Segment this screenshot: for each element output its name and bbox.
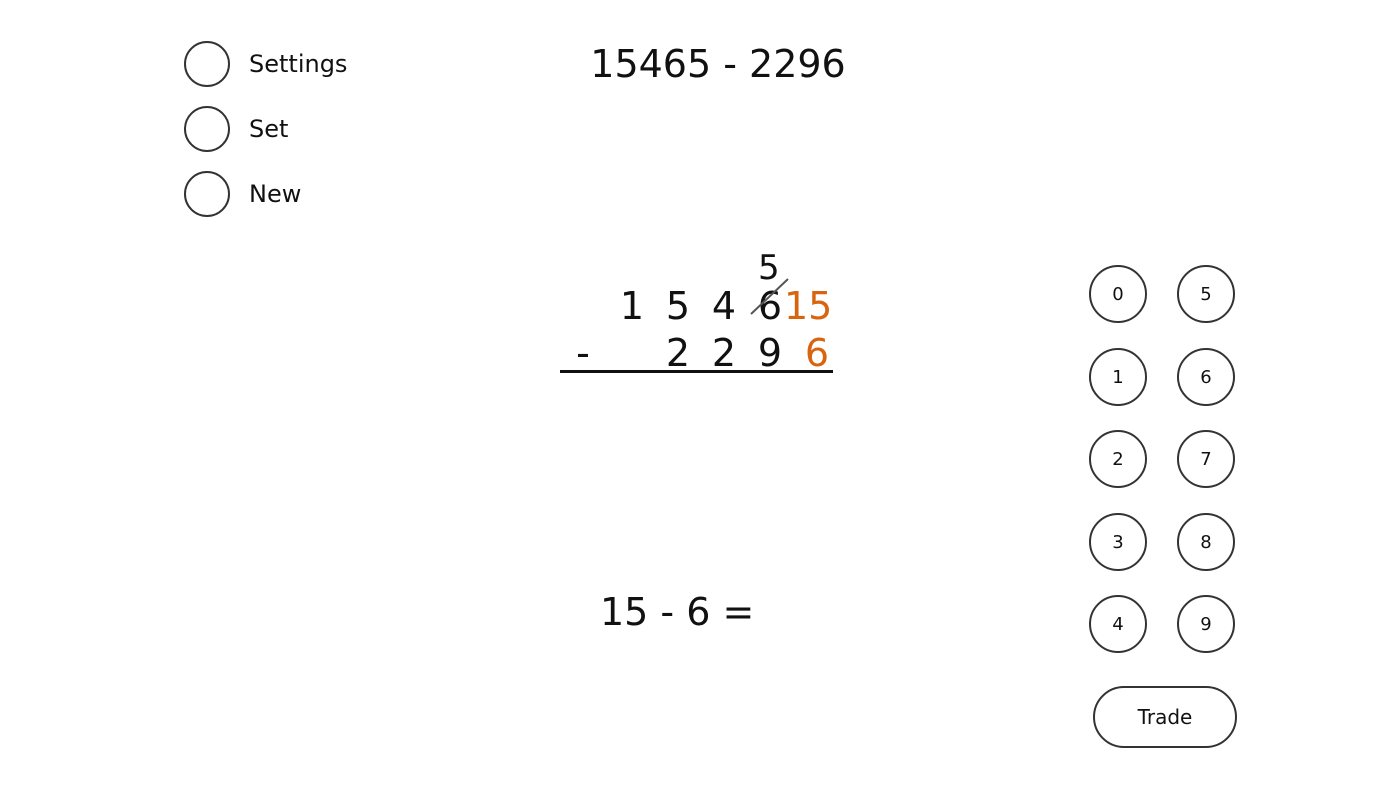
current-step: 15 - 6 = (600, 590, 755, 634)
top-digit-borrowed: 15 (784, 284, 833, 328)
top-digit: 5 (665, 284, 691, 328)
key-5[interactable]: 5 (1177, 265, 1235, 323)
sum-line (560, 370, 833, 373)
key-8[interactable]: 8 (1177, 513, 1235, 571)
top-digit: 4 (711, 284, 737, 328)
new-radio-icon[interactable] (184, 171, 230, 217)
set-label: Set (249, 115, 289, 143)
key-2[interactable]: 2 (1089, 430, 1147, 488)
new-button[interactable]: New (184, 169, 301, 219)
problem-title: 15465 - 2296 (590, 42, 846, 86)
settings-label: Settings (249, 50, 348, 78)
key-0[interactable]: 0 (1089, 265, 1147, 323)
settings-radio-icon[interactable] (184, 41, 230, 87)
bottom-digit: 2 (665, 331, 691, 375)
key-7[interactable]: 7 (1177, 430, 1235, 488)
set-radio-icon[interactable] (184, 106, 230, 152)
minus-operator: - (576, 331, 590, 375)
key-3[interactable]: 3 (1089, 513, 1147, 571)
bottom-digit-active: 6 (804, 331, 830, 375)
top-digit: 1 (619, 284, 645, 328)
bottom-digit: 2 (711, 331, 737, 375)
borrow-mark: 5 (758, 248, 780, 288)
settings-button[interactable]: Settings (184, 39, 347, 89)
key-6[interactable]: 6 (1177, 348, 1235, 406)
bottom-digit: 9 (757, 331, 783, 375)
set-button[interactable]: Set (184, 104, 288, 154)
trade-button[interactable]: Trade (1093, 686, 1237, 748)
new-label: New (249, 180, 302, 208)
key-4[interactable]: 4 (1089, 595, 1147, 653)
key-1[interactable]: 1 (1089, 348, 1147, 406)
key-9[interactable]: 9 (1177, 595, 1235, 653)
